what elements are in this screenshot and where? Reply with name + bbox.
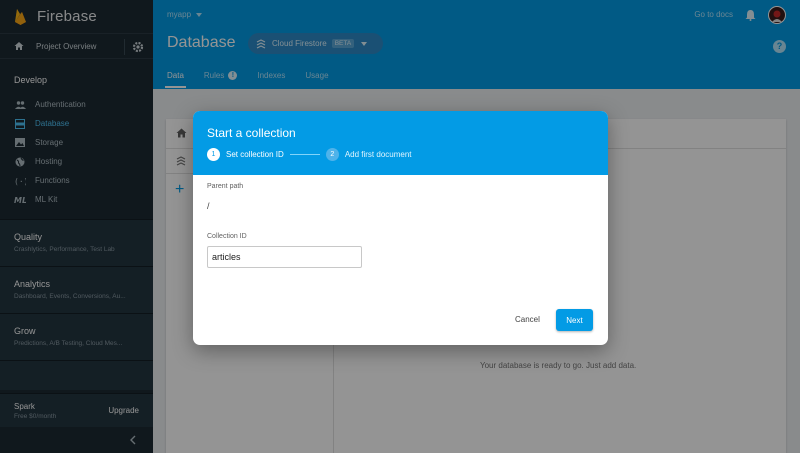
- dialog-header: Start a collection 1 Set collection ID 2…: [193, 111, 608, 175]
- dialog-body: Parent path / Collection ID Cancel Next: [193, 175, 608, 345]
- next-button[interactable]: Next: [556, 309, 593, 331]
- step-1-number: 1: [207, 148, 220, 161]
- collection-id-input[interactable]: [207, 246, 362, 268]
- start-collection-dialog: Start a collection 1 Set collection ID 2…: [193, 111, 608, 345]
- dialog-title: Start a collection: [207, 126, 296, 140]
- step-2-label: Add first document: [344, 150, 412, 159]
- step-1-label: Set collection ID: [226, 150, 284, 159]
- collection-id-label: Collection ID: [207, 233, 247, 240]
- parent-path-label: Parent path: [207, 183, 244, 190]
- step-connector: [289, 154, 320, 155]
- cancel-button[interactable]: Cancel: [515, 315, 540, 324]
- step-2-number: 2: [325, 148, 339, 161]
- stepper: 1 Set collection ID 2 Add first document: [207, 148, 594, 161]
- parent-path-value: /: [207, 201, 210, 211]
